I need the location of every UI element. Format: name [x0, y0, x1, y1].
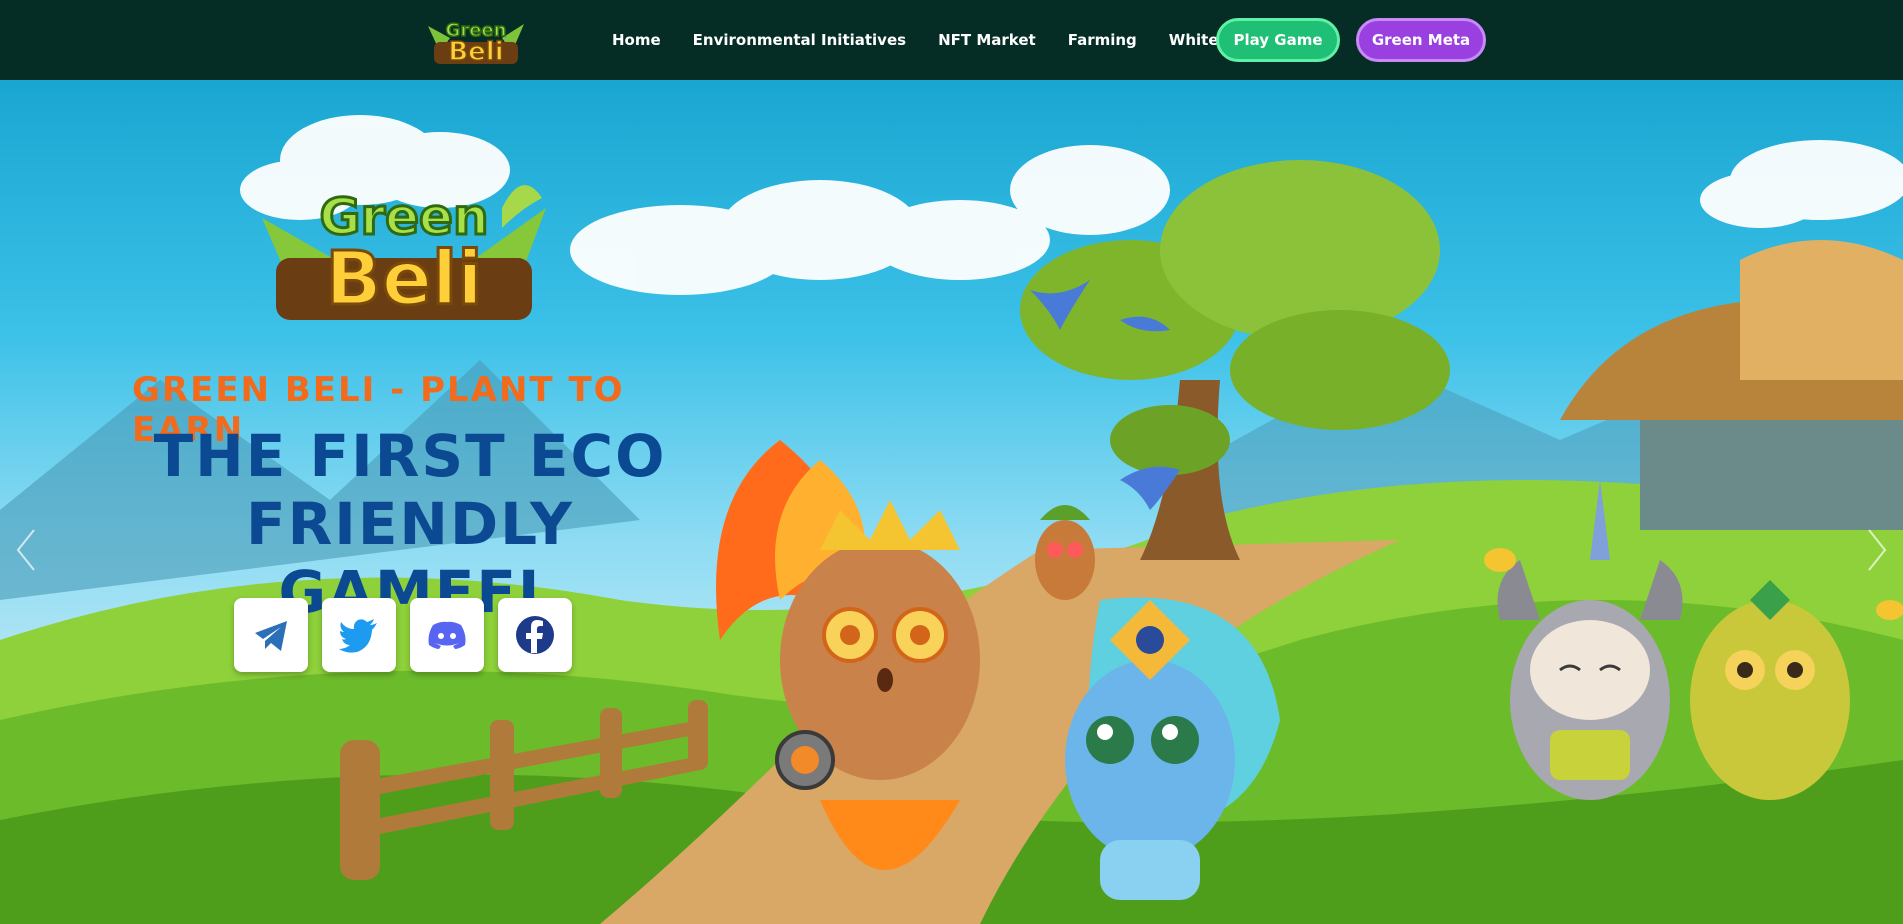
hero-banner: Green Beli GREEN BELI - PLANT TO EARN TH…: [0, 80, 1903, 924]
nav-link-home[interactable]: Home: [612, 31, 661, 49]
green-beli-logo-icon: Green Beli: [428, 19, 524, 68]
chevron-left-icon: [16, 529, 35, 571]
chevron-right-icon: [1868, 529, 1887, 571]
telegram-button[interactable]: [234, 598, 308, 672]
green-meta-button[interactable]: Green Meta: [1356, 18, 1486, 62]
play-game-button[interactable]: Play Game: [1216, 18, 1340, 62]
slider-next-arrow[interactable]: [1863, 520, 1893, 580]
slider-prev-arrow[interactable]: [10, 520, 40, 580]
svg-text:Beli: Beli: [325, 236, 482, 322]
twitter-icon: [339, 619, 377, 653]
hero-heading-line-1: THE FIRST ECO: [153, 422, 667, 490]
twitter-button[interactable]: [322, 598, 396, 672]
nav-link-environmental-initiatives[interactable]: Environmental Initiatives: [693, 31, 906, 49]
telegram-icon: [255, 621, 287, 651]
hero-heading: THE FIRST ECO FRIENDLY GAMEFI: [110, 422, 710, 626]
hero-logo: Green Beli: [252, 168, 556, 328]
discord-icon: [428, 621, 466, 649]
social-links: [234, 598, 572, 672]
nav-link-nft-market[interactable]: NFT Market: [938, 31, 1036, 49]
discord-button[interactable]: [410, 598, 484, 672]
nav-links: Home Environmental Initiatives NFT Marke…: [612, 0, 1268, 80]
facebook-icon: [516, 616, 554, 654]
svg-text:Beli: Beli: [448, 37, 503, 67]
facebook-button[interactable]: [498, 598, 572, 672]
nav-logo[interactable]: Green Beli: [420, 12, 532, 68]
tree-creature: [1035, 505, 1095, 600]
top-navbar: Green Beli Home Environmental Initiative…: [0, 0, 1903, 80]
green-beli-hero-logo-icon: Green Beli: [262, 185, 546, 324]
nav-link-farming[interactable]: Farming: [1068, 31, 1137, 49]
